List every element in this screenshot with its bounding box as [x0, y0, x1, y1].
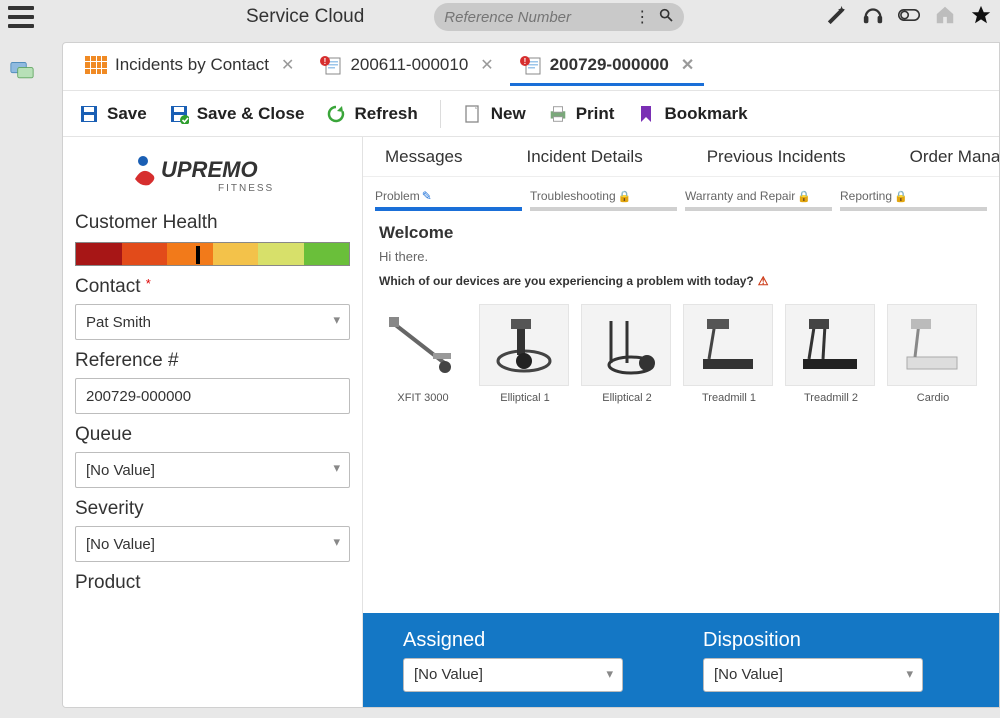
device-label: Elliptical 1 — [479, 392, 571, 404]
severity-select[interactable]: [No Value] — [75, 526, 350, 562]
save-close-button[interactable]: Save & Close — [169, 104, 305, 124]
tab-incident-1[interactable]: ! 200611-000010 ✕ — [310, 47, 503, 86]
warning-icon: ⚠ — [758, 274, 769, 288]
tab-incident-2[interactable]: ! 200729-000000 ✕ — [510, 47, 705, 86]
contact-select[interactable]: Pat Smith — [75, 304, 350, 340]
print-label: Print — [576, 104, 615, 124]
lock-icon: 🔒 — [618, 191, 632, 203]
wizard-step-troubleshooting[interactable]: Troubleshooting🔒 — [530, 189, 677, 211]
queue-label: Queue — [75, 424, 350, 446]
disposition-label: Disposition — [703, 629, 923, 652]
incident-icon: ! — [320, 55, 342, 75]
device-label: Elliptical 2 — [581, 392, 673, 404]
queue-select[interactable]: [No Value] — [75, 452, 350, 488]
device-elliptical-2[interactable]: Elliptical 2 — [581, 304, 673, 404]
wizard-steps: Problem✎ Troubleshooting🔒 Warranty and R… — [363, 177, 999, 215]
close-icon[interactable]: ✕ — [281, 55, 294, 75]
svg-text:!: ! — [523, 57, 526, 66]
assignment-bar: Assigned [No Value] Disposition [No Valu… — [363, 613, 999, 707]
magic-wand-icon[interactable] — [826, 4, 848, 31]
reference-search-input[interactable] — [444, 9, 614, 26]
incident-subtabs: Messages Incident Details Previous Incid… — [363, 137, 999, 177]
tab-label: Incidents by Contact — [115, 55, 269, 75]
guide-greeting: Hi there. — [379, 249, 983, 264]
record-toolbar: Save Save & Close Refresh New Print Book… — [63, 91, 999, 137]
bookmark-label: Bookmark — [664, 104, 747, 124]
main-panel: Incidents by Contact ✕ ! 200611-000010 ✕… — [62, 42, 1000, 708]
incident-icon: ! — [520, 55, 542, 75]
disposition-select[interactable]: [No Value] — [703, 658, 923, 692]
wizard-step-problem[interactable]: Problem✎ — [375, 189, 522, 211]
grid-icon — [85, 56, 107, 74]
device-label: Cardio — [887, 392, 979, 404]
brand-logo: UPREMO FITNESS — [75, 137, 350, 202]
device-picker: XFIT 3000 Elliptical 1 Elliptical 2 Trea… — [363, 300, 999, 410]
reference-search[interactable]: ⋮ — [434, 3, 684, 31]
device-treadmill-1[interactable]: Treadmill 1 — [683, 304, 775, 404]
chat-icon[interactable] — [10, 60, 34, 87]
wizard-step-warranty[interactable]: Warranty and Repair🔒 — [685, 189, 832, 211]
workspace-tabs: Incidents by Contact ✕ ! 200611-000010 ✕… — [63, 43, 999, 91]
subtab-previous-incidents[interactable]: Previous Incidents — [689, 139, 864, 175]
save-label: Save — [107, 104, 147, 124]
close-icon[interactable]: ✕ — [681, 55, 694, 75]
assigned-select[interactable]: [No Value] — [403, 658, 623, 692]
customer-health-meter — [75, 242, 350, 266]
device-xfit-3000[interactable]: XFIT 3000 — [377, 304, 469, 404]
reference-label: Reference # — [75, 350, 350, 372]
toolbar-divider — [440, 100, 441, 128]
tab-incidents-by-contact[interactable]: Incidents by Contact ✕ — [75, 47, 304, 86]
new-button[interactable]: New — [463, 104, 526, 124]
assigned-label: Assigned — [403, 629, 623, 652]
guide-heading: Welcome — [379, 223, 983, 243]
svg-text:FITNESS: FITNESS — [218, 183, 274, 194]
subtab-order-management[interactable]: Order Manag — [892, 139, 999, 175]
star-icon[interactable] — [970, 4, 992, 31]
contact-label: Contact * — [75, 276, 350, 298]
lock-icon: 🔒 — [894, 191, 908, 203]
headphones-icon[interactable] — [862, 4, 884, 31]
record-side-panel: UPREMO FITNESS Customer Health Contact *… — [63, 137, 363, 707]
product-label: Product — [75, 572, 350, 594]
device-cardio[interactable]: Cardio — [887, 304, 979, 404]
save-close-label: Save & Close — [197, 104, 305, 124]
refresh-label: Refresh — [354, 104, 417, 124]
required-indicator: * — [146, 276, 151, 291]
bookmark-button[interactable]: Bookmark — [636, 104, 747, 124]
device-treadmill-2[interactable]: Treadmill 2 — [785, 304, 877, 404]
tab-label: 200611-000010 — [350, 55, 468, 75]
device-label: Treadmill 1 — [683, 392, 775, 404]
new-label: New — [491, 104, 526, 124]
guide-panel: Welcome Hi there. Which of our devices a… — [363, 215, 999, 300]
pencil-icon: ✎ — [422, 189, 432, 203]
toggle-icon[interactable] — [898, 4, 920, 31]
hamburger-menu-icon[interactable] — [8, 6, 34, 28]
customer-health-label: Customer Health — [75, 212, 350, 234]
record-main-panel: Messages Incident Details Previous Incid… — [363, 137, 999, 707]
wizard-step-reporting[interactable]: Reporting🔒 — [840, 189, 987, 211]
device-elliptical-1[interactable]: Elliptical 1 — [479, 304, 571, 404]
device-label: Treadmill 2 — [785, 392, 877, 404]
search-icon[interactable] — [658, 7, 674, 28]
svg-text:UPREMO: UPREMO — [161, 157, 258, 182]
subtab-incident-details[interactable]: Incident Details — [508, 139, 660, 175]
print-button[interactable]: Print — [548, 104, 615, 124]
lock-icon: 🔒 — [797, 191, 811, 203]
close-icon[interactable]: ✕ — [480, 55, 493, 75]
tab-label: 200729-000000 — [550, 55, 669, 75]
refresh-button[interactable]: Refresh — [326, 104, 417, 124]
search-options-icon[interactable]: ⋮ — [634, 7, 650, 27]
app-title: Service Cloud — [246, 6, 364, 28]
guide-question: Which of our devices are you experiencin… — [379, 274, 983, 288]
home-icon[interactable] — [934, 4, 956, 31]
severity-label: Severity — [75, 498, 350, 520]
save-button[interactable]: Save — [79, 104, 147, 124]
reference-input[interactable] — [75, 378, 350, 414]
subtab-messages[interactable]: Messages — [367, 139, 480, 175]
device-label: XFIT 3000 — [377, 392, 469, 404]
svg-text:!: ! — [324, 57, 327, 66]
